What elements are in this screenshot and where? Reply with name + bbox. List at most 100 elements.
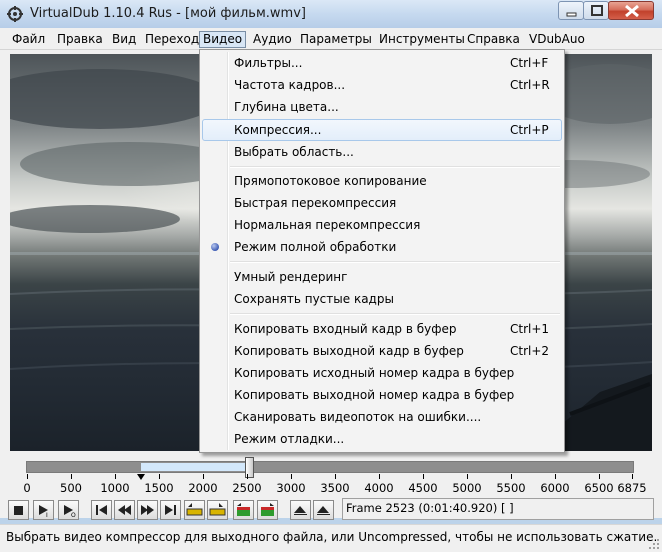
play-output-icon: O: [64, 505, 76, 518]
menu-item-copy-output-frame[interactable]: Копировать выходной кадр в буфер Ctrl+2: [202, 340, 562, 362]
position-slider-track[interactable]: [26, 461, 634, 473]
timeline-tick: [599, 474, 600, 479]
play-input-button[interactable]: I: [33, 500, 54, 520]
menu-separator: [230, 313, 560, 315]
video-menu-dropdown: Фильтры... Ctrl+F Частота кадров... Ctrl…: [199, 49, 565, 453]
menu-item-preserve-empty-frames[interactable]: Сохранять пустые кадры: [202, 288, 562, 310]
selection-start-marker: [137, 474, 145, 480]
go-end-button[interactable]: [160, 500, 181, 520]
timeline-tick-label: 4000: [364, 481, 394, 495]
menu-item-select-range[interactable]: Выбрать область...: [202, 141, 562, 163]
status-text: Выбрать видео компрессор для выходного ф…: [6, 530, 658, 544]
menu-item-direct-stream-copy[interactable]: Прямопотоковое копирование: [202, 170, 562, 192]
menu-go[interactable]: Переход: [142, 31, 202, 48]
menu-item-fast-recompress[interactable]: Быстрая перекомпрессия: [202, 192, 562, 214]
timeline-tick-label: 1000: [100, 481, 130, 495]
svg-text:O: O: [71, 512, 76, 518]
menu-options[interactable]: Параметры: [297, 31, 375, 48]
prev-keyframe-icon: [186, 503, 203, 516]
menu-separator: [230, 261, 560, 263]
go-end-icon: [165, 505, 176, 515]
menu-file[interactable]: Файл: [9, 31, 48, 48]
timeline-tick-label: 5500: [496, 481, 526, 495]
close-button[interactable]: [608, 1, 654, 20]
menu-bar: Файл Правка Вид Переход Видео Аудио Пара…: [0, 28, 662, 50]
stop-button[interactable]: [8, 500, 29, 520]
timeline-tick: [291, 474, 292, 479]
close-icon: [625, 4, 639, 18]
maximize-icon: [591, 5, 603, 16]
menu-item-copy-source-frame-number[interactable]: Копировать исходный номер кадра в буфер: [202, 362, 562, 384]
menu-edit[interactable]: Правка: [54, 31, 106, 48]
timeline-tick: [511, 474, 512, 479]
timeline-tick: [335, 474, 336, 479]
menu-item-copy-source-frame[interactable]: Копировать входный кадр в буфер Ctrl+1: [202, 318, 562, 340]
timeline-tick: [467, 474, 468, 479]
minimize-button[interactable]: [558, 1, 584, 20]
timeline-tick-label: 3000: [276, 481, 306, 495]
timeline-tick-label: 5000: [452, 481, 482, 495]
scene-back-icon: [237, 503, 250, 516]
menu-item-color-depth[interactable]: Глубина цвета...: [202, 96, 562, 118]
stop-icon: [14, 506, 23, 515]
menu-item-debug-mode[interactable]: Режим отладки...: [202, 428, 562, 450]
timeline-tick-label: 0: [23, 481, 31, 495]
menu-item-smart-rendering[interactable]: Умный рендеринг: [202, 266, 562, 288]
prev-frame-icon: [118, 505, 131, 515]
radio-bullet-icon: [211, 243, 219, 251]
prev-keyframe-button[interactable]: [184, 500, 205, 520]
timeline-tick: [159, 474, 160, 479]
scene-forward-button[interactable]: [257, 500, 278, 520]
timeline-tick-label: 2000: [188, 481, 218, 495]
play-input-icon: I: [39, 505, 48, 518]
timeline-tick: [27, 474, 28, 479]
resize-grip-icon[interactable]: [648, 538, 660, 550]
timeline-tick: [379, 474, 380, 479]
timeline-tick: [247, 474, 248, 479]
menu-video[interactable]: Видео: [199, 31, 247, 48]
status-bar: Выбрать видео компрессор для выходного ф…: [0, 524, 662, 552]
prev-frame-button[interactable]: [114, 500, 135, 520]
mark-in-icon: [294, 506, 307, 515]
menu-separator: [230, 166, 560, 168]
timeline-tick: [115, 474, 116, 479]
mark-out-icon: [317, 506, 330, 515]
timeline-tick-label: 6000: [540, 481, 570, 495]
mark-in-button[interactable]: [290, 500, 311, 520]
menu-item-copy-output-frame-number[interactable]: Копировать выходной номер кадра в буфер: [202, 384, 562, 406]
menu-item-frame-rate[interactable]: Частота кадров... Ctrl+R: [202, 74, 562, 96]
scene-back-button[interactable]: [233, 500, 254, 520]
menu-item-normal-recompress[interactable]: Нормальная перекомпрессия: [202, 214, 562, 236]
next-keyframe-button[interactable]: [207, 500, 228, 520]
menu-audio[interactable]: Аудио: [250, 31, 295, 48]
go-start-button[interactable]: [91, 500, 112, 520]
menu-item-filters[interactable]: Фильтры... Ctrl+F: [202, 52, 562, 74]
timeline-tick: [71, 474, 72, 479]
menu-item-compression[interactable]: Компрессия... Ctrl+P: [202, 119, 562, 141]
maximize-button[interactable]: [583, 1, 609, 20]
timeline-tick: [555, 474, 556, 479]
timeline-tick: [632, 474, 633, 479]
minimize-icon: [566, 12, 577, 17]
next-keyframe-icon: [209, 503, 226, 516]
menu-view[interactable]: Вид: [109, 31, 139, 48]
timeline-tick: [423, 474, 424, 479]
go-start-icon: [96, 505, 107, 515]
frame-position-readout: Frame 2523 (0:01:40.920) [ ]: [342, 498, 654, 520]
mark-out-button[interactable]: [313, 500, 334, 520]
timeline-tick: [203, 474, 204, 479]
next-frame-button[interactable]: [137, 500, 158, 520]
next-frame-icon: [141, 505, 154, 515]
menu-item-scan-errors[interactable]: Сканировать видеопоток на ошибки....: [202, 406, 562, 428]
timeline-tick-label: 6875: [617, 481, 647, 495]
timeline-tick-label: 500: [60, 481, 82, 495]
menu-vdubauo[interactable]: VDubAuo: [526, 31, 588, 48]
play-output-button[interactable]: O: [58, 500, 79, 520]
menu-tools[interactable]: Инструменты: [376, 31, 468, 48]
timeline-tick-label: 2500: [232, 481, 262, 495]
menu-item-full-processing[interactable]: Режим полной обработки: [202, 236, 562, 258]
svg-text:I: I: [46, 512, 48, 518]
menu-help[interactable]: Справка: [464, 31, 523, 48]
timeline-tick-label: 1500: [144, 481, 174, 495]
title-bar: VirtualDub 1.10.4 Rus - [мой фильм.wmv]: [0, 0, 662, 28]
